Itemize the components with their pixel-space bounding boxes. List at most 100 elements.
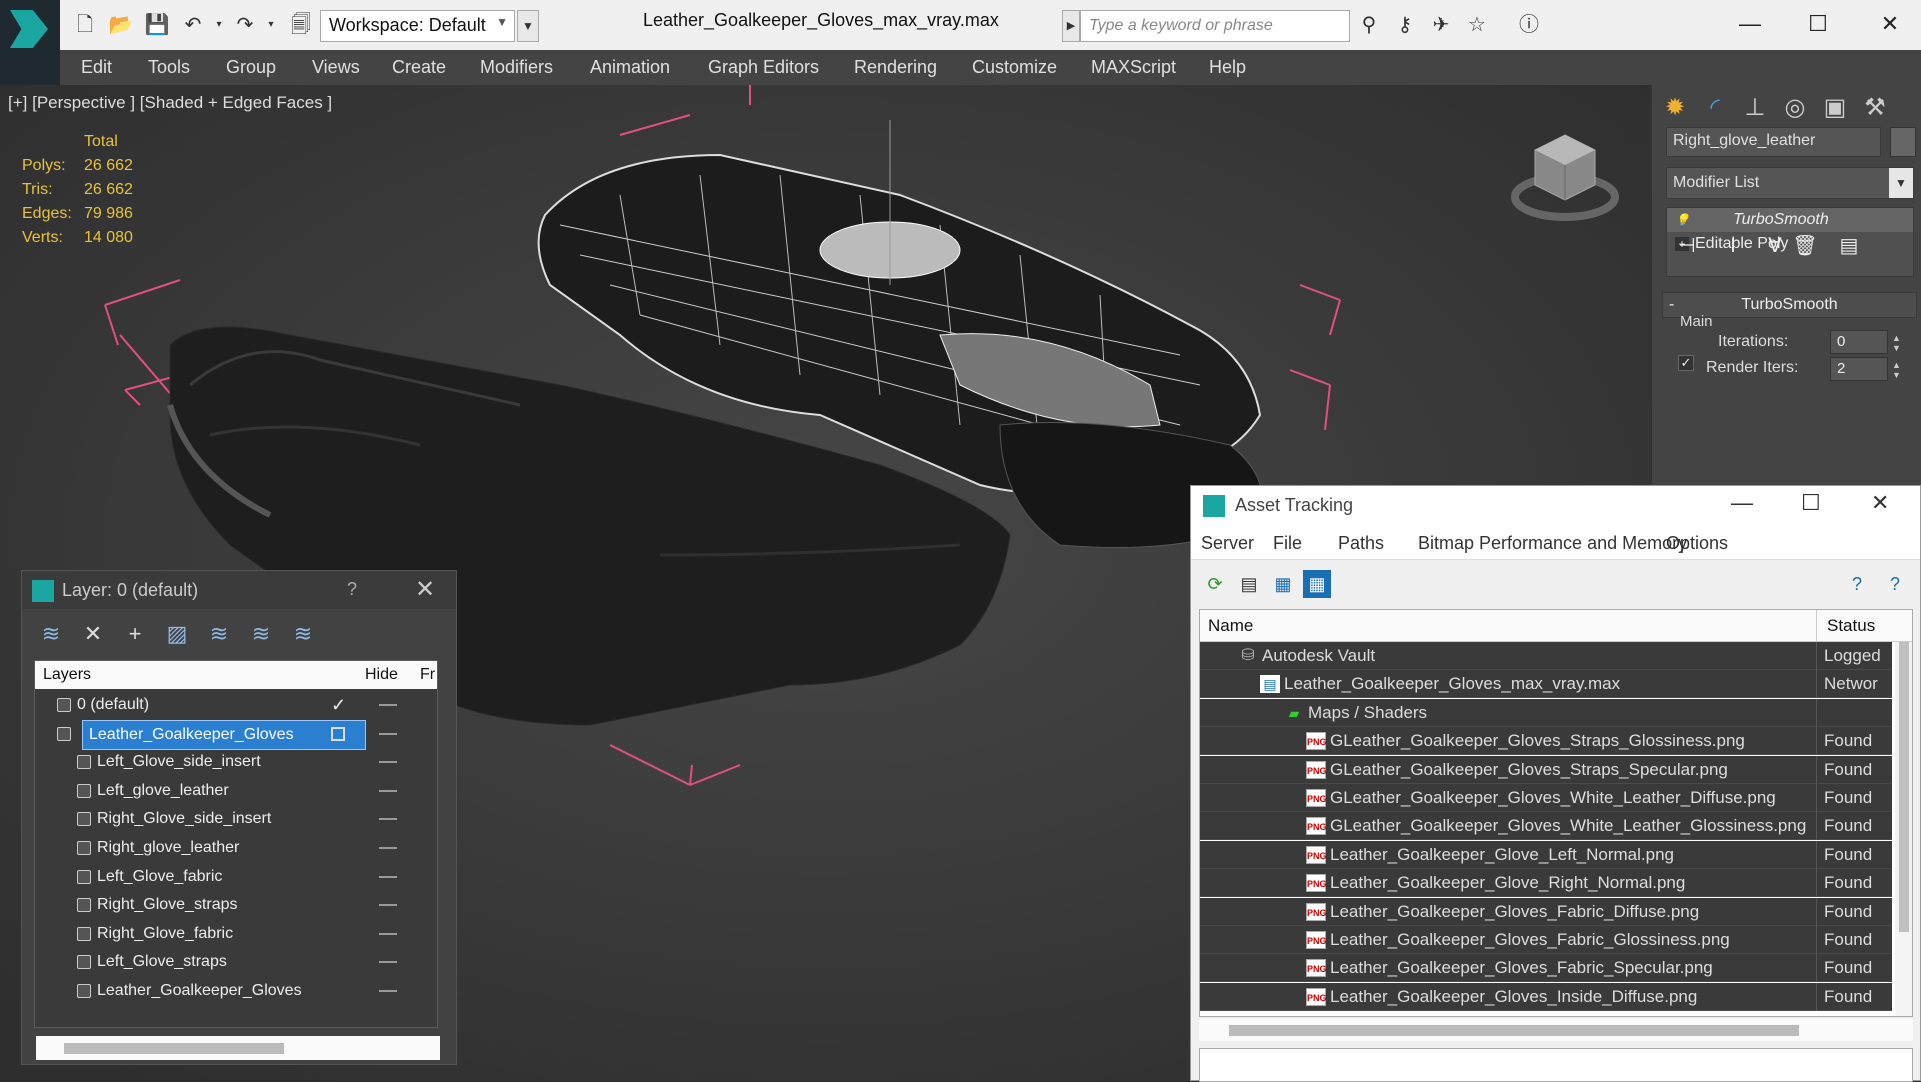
layer-row-name[interactable]: 0 (default) (77, 691, 149, 719)
layer-row-name[interactable]: Right_Glove_straps (97, 891, 238, 919)
asset-vertical-scrollbar[interactable] (1895, 642, 1912, 1016)
hierarchy-tab-icon[interactable]: ⊥ (1738, 91, 1772, 125)
open-file-icon[interactable]: 📂 (108, 12, 134, 38)
list-view-icon[interactable]: ▤ (1235, 570, 1263, 598)
close-icon[interactable]: ✕ (415, 575, 435, 604)
asset-row[interactable]: PNG GLeather_Goalkeeper_Gloves_Straps_Spe… (1200, 755, 1892, 784)
menu-bitmap-performance[interactable]: Bitmap Performance and Memory (1418, 533, 1687, 554)
minimize-button[interactable]: — (1730, 6, 1770, 42)
hide-all-layers-icon[interactable]: ≋ (246, 619, 276, 649)
refresh-icon[interactable]: ⟳ (1201, 570, 1229, 598)
layer-row[interactable]: Left_Glove_fabric (35, 863, 437, 891)
layer-row-name[interactable]: Right_Glove_fabric (97, 920, 233, 948)
layer-row-name[interactable]: Left_Glove_fabric (97, 863, 222, 891)
workspace-selector[interactable]: Workspace: Default ▼ (320, 10, 515, 42)
hide-toggle[interactable] (379, 961, 397, 964)
asset-row[interactable]: PNG Leather_Goalkeeper_Gloves_Fabric_Spec… (1200, 954, 1892, 983)
hide-toggle[interactable] (379, 904, 397, 907)
asset-row[interactable]: PNG Leather_Goalkeeper_Glove_Left_Normal.… (1200, 840, 1892, 869)
menu-animation[interactable]: Animation (590, 57, 670, 78)
layer-row[interactable]: 0 (default) ✓ (35, 691, 437, 719)
maximize-button[interactable]: ☐ (1798, 6, 1838, 42)
new-file-icon[interactable]: 🗋 (72, 12, 98, 38)
layer-row-name[interactable]: Right_Glove_side_insert (97, 805, 271, 833)
asset-row[interactable]: PNG GLeather_Goalkeeper_Gloves_White_Leat… (1200, 812, 1892, 841)
menu-tools[interactable]: Tools (148, 57, 190, 78)
menu-help[interactable]: Help (1209, 57, 1246, 78)
star-icon[interactable]: ☆ (1464, 12, 1490, 38)
layer-row[interactable]: Left_glove_leather (35, 777, 437, 805)
asset-row[interactable]: PNG Leather_Goalkeeper_Glove_Right_Normal… (1200, 869, 1892, 898)
scrollbar-thumb[interactable] (1229, 1025, 1799, 1036)
scrollbar-thumb[interactable] (1899, 642, 1909, 932)
configure-modifier-sets-icon[interactable]: ▤ (1834, 231, 1864, 261)
sign-in-icon[interactable]: ✈ (1428, 12, 1454, 38)
render-iters-checkbox[interactable]: ✓ (1678, 355, 1694, 371)
stack-item-turbosmooth[interactable]: 💡 TurboSmooth (1667, 208, 1913, 232)
freeze-all-layers-icon[interactable]: ≋ (288, 619, 318, 649)
asset-row[interactable]: PNG GLeather_Goalkeeper_Gloves_White_Leat… (1200, 784, 1892, 812)
asset-horizontal-scrollbar[interactable] (1199, 1019, 1913, 1041)
server-help-icon[interactable]: ? (1843, 570, 1871, 598)
create-layer-icon[interactable]: + (120, 619, 150, 649)
layer-row[interactable]: Leather_Goalkeeper_Gloves (35, 977, 437, 1005)
dialog-title-bar[interactable]: Layer: 0 (default) ? ✕ (22, 571, 456, 609)
save-icon[interactable]: 💾 (144, 12, 170, 38)
add-to-layer-icon[interactable]: ≋ (36, 619, 66, 649)
pin-stack-icon[interactable]: ⊣ (1672, 231, 1702, 261)
project-folder-icon[interactable]: 🗐 (288, 12, 314, 38)
layer-row[interactable]: Right_Glove_straps (35, 891, 437, 919)
menu-views[interactable]: Views (312, 57, 360, 78)
select-objects-in-layer-icon[interactable]: ▨ (162, 619, 192, 649)
hide-toggle[interactable] (379, 932, 397, 935)
layer-row-name[interactable]: Left_glove_leather (97, 777, 229, 805)
column-status[interactable]: Status (1827, 616, 1875, 636)
current-layer-check-icon[interactable]: ✓ (331, 691, 346, 719)
dialog-title-bar[interactable]: Asset Tracking — ☐ ✕ (1191, 486, 1920, 524)
menu-paths[interactable]: Paths (1338, 533, 1384, 554)
asset-row[interactable]: ▤ Leather_Goalkeeper_Gloves_max_vray.max N… (1200, 670, 1892, 699)
hide-toggle[interactable] (379, 704, 397, 706)
modify-tab-icon[interactable]: ◜ (1698, 91, 1732, 125)
object-color-swatch[interactable] (1890, 127, 1916, 157)
hide-toggle[interactable] (379, 847, 397, 849)
app-logo[interactable] (0, 0, 60, 85)
menu-maxscript[interactable]: MAXScript (1091, 57, 1176, 78)
hide-toggle[interactable] (379, 990, 397, 992)
object-name-field[interactable]: Right_glove_leather (1666, 127, 1881, 157)
layer-row-name[interactable]: Left_Glove_straps (97, 948, 227, 976)
layer-row[interactable]: Right_Glove_fabric (35, 920, 437, 948)
menu-graph-editors[interactable]: Graph Editors (708, 57, 819, 78)
render-iters-spinner[interactable]: 2 (1830, 357, 1888, 381)
viewcube-icon[interactable] (1510, 125, 1620, 225)
set-current-layer-box[interactable] (331, 726, 345, 741)
layer-row-name[interactable]: Leather_Goalkeeper_Gloves (82, 719, 366, 750)
column-name[interactable]: Name (1208, 616, 1253, 636)
asset-row[interactable]: PNG GLeather_Goalkeeper_Gloves_Straps_Glo… (1200, 727, 1892, 756)
column-hide[interactable]: Hide (365, 666, 398, 684)
help-icon[interactable]: ⓘ (1516, 12, 1542, 38)
layer-row-name[interactable]: Right_glove_leather (97, 834, 239, 862)
close-icon[interactable]: ✕ (1871, 490, 1889, 516)
undo-dropdown-icon[interactable]: ▾ (206, 12, 232, 38)
asset-row[interactable]: PNG Leather_Goalkeeper_Gloves_Fabric_Glos… (1200, 926, 1892, 954)
close-button[interactable]: ✕ (1870, 6, 1910, 42)
search-input[interactable]: Type a keyword or phrase (1080, 10, 1350, 42)
hide-toggle[interactable] (379, 875, 397, 878)
workspace-menu-button[interactable]: ▼ (517, 10, 539, 42)
render-iters-spinner-arrows[interactable]: ▲ ▼ (1892, 360, 1901, 380)
minimize-button[interactable]: — (1731, 490, 1753, 516)
layers-horizontal-scrollbar[interactable] (36, 1036, 440, 1060)
menu-edit[interactable]: Edit (81, 57, 112, 78)
menu-create[interactable]: Create (392, 57, 446, 78)
delete-layer-icon[interactable]: ✕ (78, 619, 108, 649)
table-view-icon[interactable]: ▦ (1303, 570, 1331, 598)
hide-toggle[interactable] (379, 761, 397, 764)
layer-row[interactable]: Right_Glove_side_insert (35, 805, 437, 833)
modifier-list-dropdown[interactable]: Modifier List ▼ (1666, 167, 1914, 199)
tree-view-icon[interactable]: ▦ (1269, 570, 1297, 598)
undo-icon[interactable]: ↶ (180, 12, 206, 38)
utilities-tab-icon[interactable]: ⚒ (1858, 91, 1892, 125)
asset-row[interactable]: PNG Leather_Goalkeeper_Gloves_Fabric_Diff… (1200, 897, 1892, 926)
display-tab-icon[interactable]: ▣ (1818, 91, 1852, 125)
